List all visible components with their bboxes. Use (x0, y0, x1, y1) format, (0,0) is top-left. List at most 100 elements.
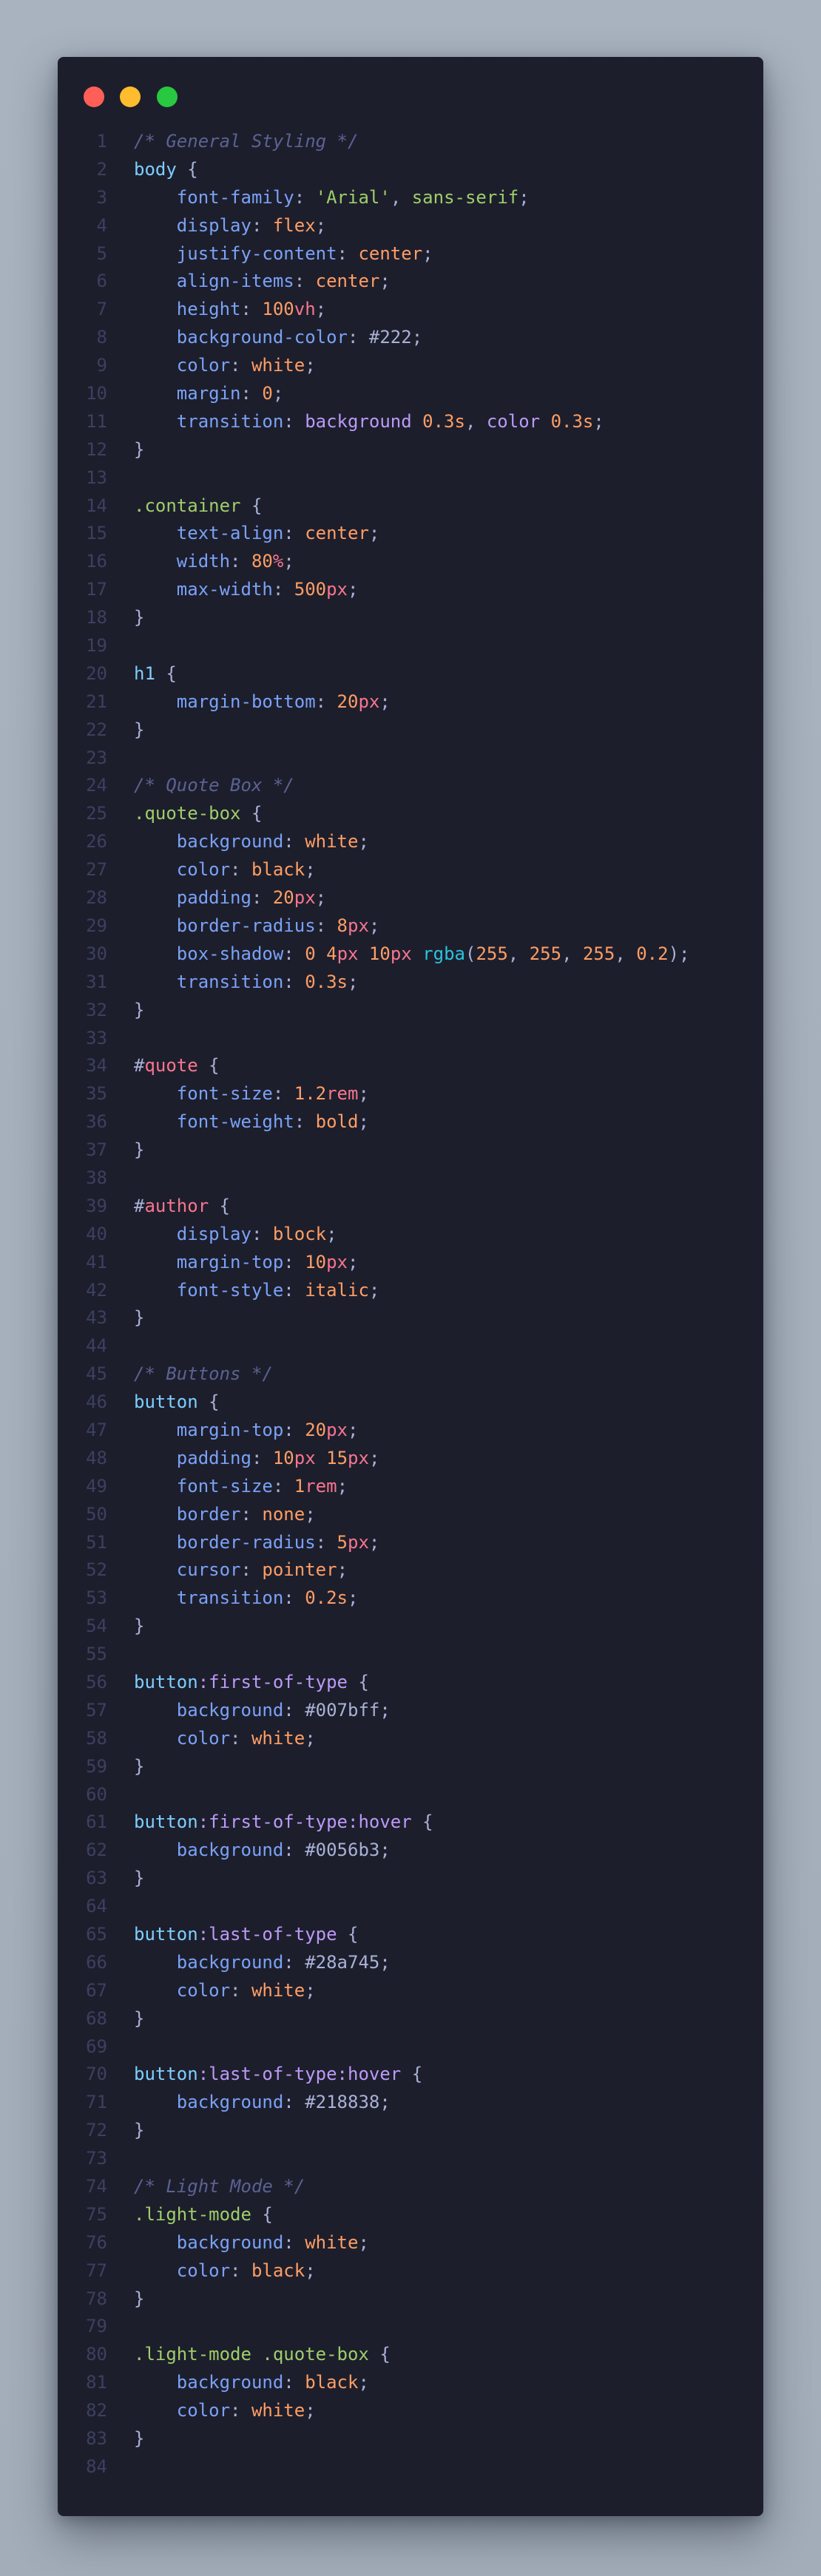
line-text: #author { (107, 1193, 230, 1221)
line-text: font-family: 'Arial', sans-serif; (107, 184, 530, 212)
line-text: font-style: italic; (107, 1277, 380, 1305)
line-text: margin: 0; (107, 380, 284, 408)
line-number: 31 (86, 971, 107, 992)
code-token: #28a745 (305, 1951, 380, 1973)
code-token: max-width (176, 579, 273, 600)
line-number: 21 (86, 691, 107, 712)
code-token: { (348, 1671, 369, 1692)
code-token: h1 (134, 662, 155, 684)
code-line: 81 background: black; (58, 2369, 763, 2397)
code-token: { (411, 1811, 433, 1833)
code-line: 12} (58, 436, 763, 464)
line-text: max-width: 500px; (107, 576, 359, 604)
code-token: ; (337, 1475, 348, 1497)
close-window-button[interactable] (84, 87, 104, 107)
line-number: 2 (96, 158, 107, 180)
code-line: 40 display: block; (58, 1221, 763, 1249)
code-token: ; (305, 1503, 316, 1525)
code-token: border (176, 1503, 241, 1525)
code-token: #222 (368, 327, 412, 348)
code-token: : (283, 1279, 305, 1301)
code-token: background-color (176, 327, 348, 348)
code-line: 34 #quote { (58, 1052, 763, 1080)
code-token: button (134, 1392, 198, 1413)
code-token: background (176, 2372, 284, 2393)
code-token: block (272, 1223, 327, 1244)
code-line: 8 background-color: #222; (58, 324, 763, 352)
code-line: 82 color: white; (58, 2397, 763, 2425)
line-text: align-items: center; (107, 268, 391, 296)
code-token: } (134, 607, 145, 628)
code-token: background (176, 2092, 284, 2113)
code-token: : (240, 299, 263, 320)
code-token: ; (305, 2260, 316, 2281)
code-line: 3 font-family: 'Arial', sans-serif; (58, 184, 763, 212)
line-number: 11 (86, 410, 107, 432)
code-token: 20 (337, 691, 359, 712)
code-line: 69 (58, 2033, 763, 2061)
line-number: 69 (86, 2036, 107, 2057)
line-number: 37 (86, 1139, 107, 1161)
line-number: 65 (86, 1924, 107, 1945)
code-token: ; (422, 243, 433, 264)
code-token: { (155, 662, 177, 684)
line-text: margin-top: 20px; (107, 1417, 359, 1445)
code-line: 68} (58, 2005, 763, 2033)
code-token: ; (368, 1279, 380, 1301)
line-number: 68 (86, 2007, 107, 2029)
line-text: background-color: #222; (107, 324, 422, 352)
line-text: background: #0056b3; (107, 1837, 391, 1865)
code-line: 9 color: white; (58, 352, 763, 380)
code-token: background (176, 1951, 284, 1973)
code-token: :first-of-type (197, 1671, 348, 1692)
minimize-window-button[interactable] (120, 87, 141, 107)
code-line: 37} (58, 1136, 763, 1165)
line-text: background: #007bff; (107, 1697, 391, 1725)
code-token: cursor (176, 1559, 241, 1581)
line-text: height: 100vh; (107, 296, 326, 324)
code-line: 42 font-style: italic; (58, 1277, 763, 1305)
code-editor[interactable]: 1/* General Styling */2 body {3 font-fami… (58, 128, 763, 2481)
code-token: } (134, 1616, 145, 1637)
line-text: width: 80%; (107, 548, 294, 576)
code-token: margin-top (176, 1251, 284, 1272)
code-token: { (197, 1055, 220, 1077)
line-number: 5 (96, 243, 107, 264)
code-token: ; (348, 1251, 359, 1272)
code-line: 10 margin: 0; (58, 380, 763, 408)
code-token: ; (368, 1447, 380, 1468)
code-token: /* Quote Box */ (134, 775, 294, 796)
code-token: ; (368, 523, 380, 544)
line-number: 50 (86, 1503, 107, 1525)
line-number: 84 (86, 2455, 107, 2477)
code-token: , (561, 943, 583, 964)
zoom-window-button[interactable] (157, 87, 178, 107)
code-line: 32} (58, 997, 763, 1025)
code-token: 0 (305, 943, 316, 964)
line-text: justify-content: center; (107, 240, 433, 268)
code-line: 23 (58, 745, 763, 773)
line-number: 55 (86, 1644, 107, 1665)
code-token: background (305, 410, 412, 432)
code-line: 48 padding: 10px 15px; (58, 1445, 763, 1473)
line-number: 72 (86, 2120, 107, 2141)
code-token: 10 (272, 1447, 294, 1468)
code-token: ; (305, 859, 316, 881)
code-token: :last-of-type (197, 1924, 337, 1945)
code-token: : (294, 271, 316, 292)
line-text: margin-bottom: 20px; (107, 688, 391, 716)
code-token: 5 (337, 1531, 348, 1553)
line-number: 18 (86, 607, 107, 628)
line-text: display: block; (107, 1221, 337, 1249)
